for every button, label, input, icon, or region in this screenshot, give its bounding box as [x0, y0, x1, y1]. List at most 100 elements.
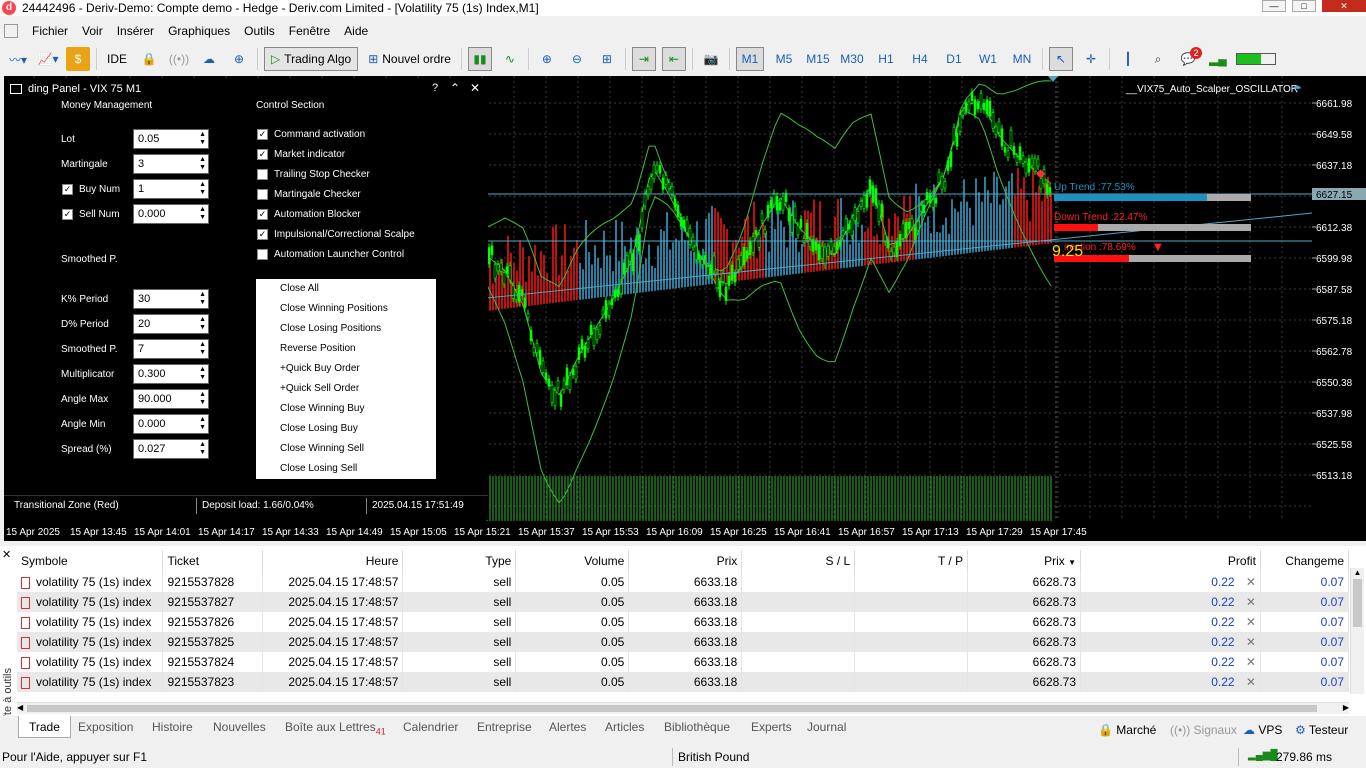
- col-sl[interactable]: S / L: [741, 550, 856, 572]
- signal-strength-icon[interactable]: ▂▄: [1206, 47, 1230, 71]
- table-row[interactable]: volatility 75 (1s) index 9215537823 2025.0…: [17, 672, 1350, 692]
- trading-algo-button[interactable]: ▷ Trading Algo: [264, 47, 359, 71]
- panel-help-button[interactable]: ?: [432, 82, 438, 94]
- col-type[interactable]: Type: [402, 550, 517, 572]
- d-period-input[interactable]: 20 ▲ ▼: [133, 314, 209, 334]
- close-losing-positions-button[interactable]: Close Losing Positions: [256, 319, 436, 339]
- tab-signaux[interactable]: ((•)) Signaux: [1170, 723, 1237, 737]
- multiplicator-input[interactable]: 0.300 ▲ ▼: [133, 364, 209, 384]
- tab-journal[interactable]: Journal: [807, 720, 846, 734]
- k-period-input[interactable]: 30 ▲ ▼: [133, 289, 209, 309]
- angle-min-input[interactable]: 0.000 ▲ ▼: [133, 414, 209, 434]
- search-icon[interactable]: ⌕: [1146, 47, 1170, 71]
- martingale-checker-checkbox[interactable]: [257, 189, 268, 200]
- grid-icon[interactable]: ⊞: [595, 47, 619, 71]
- tab-calendrier[interactable]: Calendrier: [403, 720, 458, 734]
- table-row[interactable]: volatility 75 (1s) index 9215537826 2025.0…: [17, 612, 1350, 632]
- menu-fenetre[interactable]: Fenêtre: [289, 24, 330, 38]
- timeframe-h4[interactable]: H4: [906, 47, 934, 71]
- crosshair-icon[interactable]: ✛: [1079, 47, 1103, 71]
- lock-icon[interactable]: 🔒: [137, 47, 161, 71]
- timeframe-w1[interactable]: W1: [974, 47, 1002, 71]
- spread-input[interactable]: 0.027 ▲ ▼: [133, 439, 209, 459]
- col-price-current[interactable]: Prix ▼: [967, 550, 1082, 572]
- col-price-open[interactable]: Prix: [628, 550, 743, 572]
- panel-collapse-icon[interactable]: ⌃: [450, 81, 460, 95]
- tab-boite-aux-lettres[interactable]: Boîte aux Lettres41: [285, 720, 386, 736]
- menu-voir[interactable]: Voir: [82, 24, 103, 38]
- zoom-in-icon[interactable]: ⊕: [535, 47, 559, 71]
- timeframe-m5[interactable]: M5: [770, 47, 798, 71]
- automation-launcher-checkbox[interactable]: [257, 249, 268, 260]
- chart-shift-icon[interactable]: ⇤: [661, 47, 686, 71]
- menu-graphiques[interactable]: Graphiques: [168, 24, 230, 38]
- close-window-button[interactable]: ✕: [1322, 0, 1366, 12]
- menu-inserer[interactable]: Insérer: [117, 24, 154, 38]
- tab-histoire[interactable]: Histoire: [152, 720, 193, 734]
- close-winning-buy-button[interactable]: Close Winning Buy: [256, 399, 436, 419]
- timeframe-m15[interactable]: M15: [804, 47, 832, 71]
- close-all-button[interactable]: Close All: [256, 279, 436, 299]
- close-losing-sell-button[interactable]: Close Losing Sell: [256, 459, 436, 479]
- buy-num-checkbox[interactable]: ✓: [62, 184, 73, 195]
- reverse-position-button[interactable]: Reverse Position: [256, 339, 436, 359]
- globe-icon[interactable]: ⊕: [227, 47, 251, 71]
- tab-testeur[interactable]: ⚙ Testeur: [1295, 723, 1348, 737]
- timeframe-m30[interactable]: M30: [838, 47, 866, 71]
- impulsional-scalpe-checkbox[interactable]: ✓: [257, 229, 268, 240]
- price-scale[interactable]: 6661.986649.586637.186624.786612.386599.…: [1312, 76, 1366, 521]
- horizontal-scrollbar[interactable]: ◀ ▶: [17, 702, 1349, 714]
- market-indicator-checkbox[interactable]: ✓: [257, 149, 268, 160]
- angle-max-input[interactable]: 90.000 ▲ ▼: [133, 389, 209, 409]
- cursor-icon[interactable]: ↖: [1048, 47, 1073, 71]
- timeframe-h1[interactable]: H1: [872, 47, 900, 71]
- tab-marche[interactable]: 🔒 Marché: [1098, 723, 1156, 737]
- sell-num-input[interactable]: 0.000 ▲ ▼: [133, 204, 209, 224]
- tab-entreprise[interactable]: Entreprise: [477, 720, 532, 734]
- timeframe-m1[interactable]: M1: [735, 47, 764, 71]
- col-profit[interactable]: Profit: [1080, 550, 1261, 572]
- col-symbol[interactable]: Symbole: [17, 550, 164, 572]
- cloud-icon[interactable]: ☁: [197, 47, 221, 71]
- col-volume[interactable]: Volume: [515, 550, 630, 572]
- tab-trade[interactable]: Trade: [18, 716, 71, 738]
- tab-vps[interactable]: ☁ VPS: [1243, 723, 1282, 737]
- close-position-icon[interactable]: ✕: [1243, 655, 1256, 669]
- close-position-icon[interactable]: ✕: [1243, 575, 1256, 589]
- smoothed-p-input[interactable]: 7 ▲ ▼: [133, 339, 209, 359]
- lot-input[interactable]: 0.05 ▲ ▼: [133, 129, 209, 149]
- close-losing-buy-button[interactable]: Close Losing Buy: [256, 419, 436, 439]
- table-row[interactable]: volatility 75 (1s) index 9215537827 2025.0…: [17, 592, 1350, 612]
- col-ticket[interactable]: Ticket: [162, 550, 264, 572]
- chart-type-icon[interactable]: 📈▾: [36, 47, 60, 71]
- close-winning-positions-button[interactable]: Close Winning Positions: [256, 299, 436, 319]
- timeframe-mn[interactable]: MN: [1008, 47, 1036, 71]
- signal-icon[interactable]: ((•)): [167, 47, 191, 71]
- menu-fichier[interactable]: Fichier: [32, 24, 68, 38]
- buy-num-input[interactable]: 1 ▲ ▼: [133, 179, 209, 199]
- close-position-icon[interactable]: ✕: [1243, 635, 1256, 649]
- panel-close-icon[interactable]: ✕: [470, 81, 480, 95]
- tab-bibliotheque[interactable]: Bibliothèque: [664, 720, 730, 734]
- table-row[interactable]: volatility 75 (1s) index 9215537824 2025.0…: [17, 652, 1350, 672]
- table-row[interactable]: volatility 75 (1s) index 9215537828 2025.0…: [17, 572, 1350, 592]
- vertical-scrollbar[interactable]: ▲: [1350, 568, 1364, 694]
- panel-menu-icon[interactable]: [10, 84, 22, 94]
- ide-button[interactable]: IDE: [103, 47, 131, 71]
- status-profile[interactable]: British Pound: [678, 750, 749, 764]
- col-change[interactable]: Changeme: [1260, 550, 1350, 572]
- screenshot-icon[interactable]: 📷: [699, 47, 723, 71]
- line-chart-icon[interactable]: 〰▾: [6, 47, 30, 71]
- autoscroll-icon[interactable]: ⇥: [631, 47, 656, 71]
- close-position-icon[interactable]: ✕: [1243, 615, 1256, 629]
- quick-sell-order-button[interactable]: +Quick Sell Order: [256, 379, 436, 399]
- command-activation-checkbox[interactable]: ✓: [257, 129, 268, 140]
- trailing-stop-checkbox[interactable]: [257, 169, 268, 180]
- automation-blocker-checkbox[interactable]: ✓: [257, 209, 268, 220]
- tab-exposition[interactable]: Exposition: [78, 720, 133, 734]
- tab-experts[interactable]: Experts: [751, 720, 792, 734]
- notifications-icon[interactable]: 💬 2: [1176, 47, 1202, 71]
- quick-buy-order-button[interactable]: +Quick Buy Order: [256, 359, 436, 379]
- tab-alertes[interactable]: Alertes: [549, 720, 586, 734]
- vertical-line-icon[interactable]: ┃: [1116, 47, 1140, 71]
